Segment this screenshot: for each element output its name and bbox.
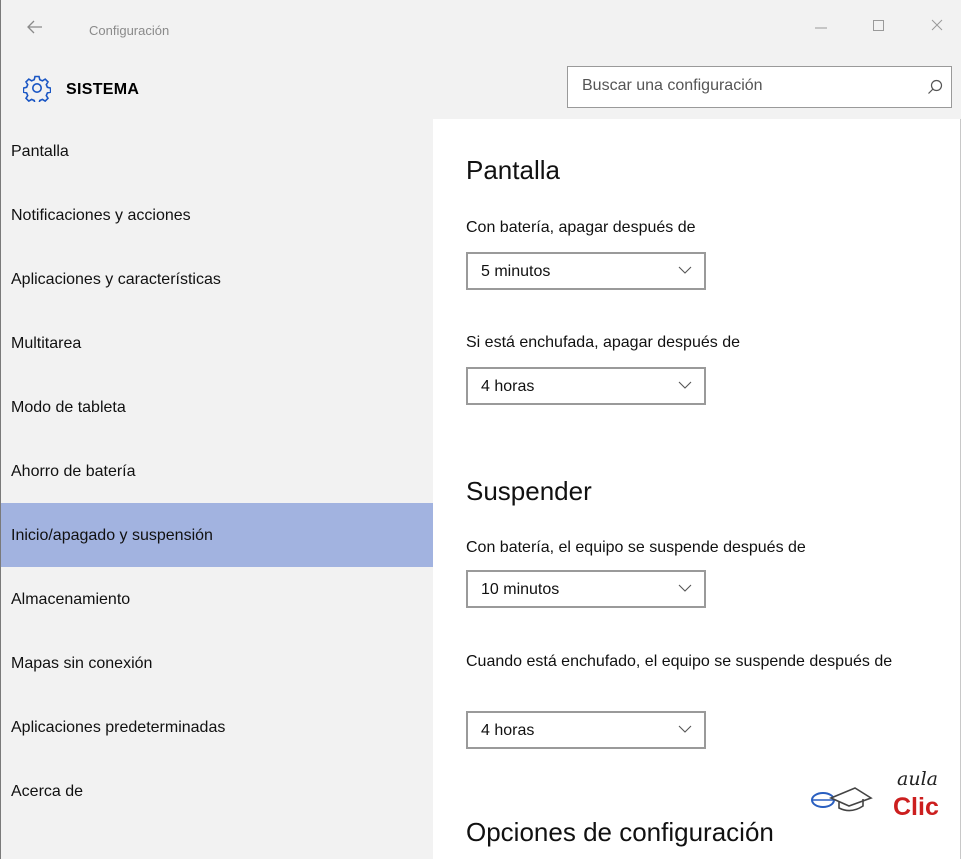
chevron-down-icon xyxy=(678,725,692,733)
sleep-section-title: Suspender xyxy=(466,476,592,506)
sidebar-item-almacenamiento[interactable]: Almacenamiento xyxy=(1,567,433,631)
close-icon xyxy=(931,19,943,31)
sidebar-item-label: Acerca de xyxy=(11,783,84,800)
sidebar-item-acerca-de[interactable]: Acerca de xyxy=(1,759,433,823)
sidebar-item-label: Notificaciones y acciones xyxy=(11,207,191,224)
maximize-button[interactable] xyxy=(867,18,891,42)
chevron-down-icon xyxy=(678,381,692,389)
sidebar-item-inicio-apagado[interactable]: Inicio/apagado y suspensión xyxy=(1,503,433,567)
logo-text-aula: aula xyxy=(897,768,938,790)
search-icon[interactable] xyxy=(927,79,943,95)
dropdown-value: 4 horas xyxy=(481,722,535,739)
screen-battery-dropdown[interactable]: 5 minutos xyxy=(466,252,706,290)
close-button[interactable] xyxy=(925,18,949,42)
sidebar-item-label: Ahorro de batería xyxy=(11,463,136,480)
search-input[interactable] xyxy=(582,77,902,95)
gear-icon xyxy=(23,75,51,102)
sidebar-item-label: Inicio/apagado y suspensión xyxy=(11,527,213,544)
sidebar-item-label: Modo de tableta xyxy=(11,399,126,416)
screen-section-title: Pantalla xyxy=(466,155,560,185)
sidebar-item-multitarea[interactable]: Multitarea xyxy=(1,311,433,375)
sleep-plugged-label: Cuando está enchufado, el equipo se susp… xyxy=(466,653,893,670)
sidebar-item-notificaciones[interactable]: Notificaciones y acciones xyxy=(1,183,433,247)
options-section-title: Opciones de configuración xyxy=(466,817,774,847)
sidebar-item-aplicaciones[interactable]: Aplicaciones y características xyxy=(1,247,433,311)
sidebar-item-ahorro-bateria[interactable]: Ahorro de batería xyxy=(1,439,433,503)
minimize-button[interactable] xyxy=(809,18,833,42)
back-button[interactable] xyxy=(27,20,43,39)
screen-battery-label: Con batería, apagar después de xyxy=(466,219,696,236)
sidebar-item-label: Multitarea xyxy=(11,335,82,352)
mouse-graduation-cap-icon: aula Clic xyxy=(811,768,939,821)
dropdown-value: 4 horas xyxy=(481,378,535,395)
sidebar-item-label: Aplicaciones predeterminadas xyxy=(11,719,226,736)
aulaclic-logo: aula Clic xyxy=(805,768,955,828)
chevron-down-icon xyxy=(678,584,692,592)
sidebar-item-modo-tableta[interactable]: Modo de tableta xyxy=(1,375,433,439)
sidebar-item-aplicaciones-predeterminadas[interactable]: Aplicaciones predeterminadas xyxy=(1,695,433,759)
minimize-icon xyxy=(815,27,827,29)
sidebar-nav: Pantalla Notificaciones y acciones Aplic… xyxy=(1,119,433,859)
main-content: Pantalla Con batería, apagar después de … xyxy=(433,119,961,859)
sleep-battery-dropdown[interactable]: 10 minutos xyxy=(466,570,706,608)
section-title: SISTEMA xyxy=(66,81,140,98)
maximize-icon xyxy=(873,20,884,31)
chevron-down-icon xyxy=(678,266,692,274)
dropdown-value: 10 minutos xyxy=(481,581,560,598)
sidebar-item-pantalla[interactable]: Pantalla xyxy=(1,119,433,183)
sidebar-item-label: Almacenamiento xyxy=(11,591,131,608)
settings-header: SISTEMA xyxy=(1,62,961,119)
search-box[interactable] xyxy=(567,66,952,108)
sidebar-item-label: Aplicaciones y características xyxy=(11,271,221,288)
screen-plugged-dropdown[interactable]: 4 horas xyxy=(466,367,706,405)
screen-plugged-label: Si está enchufada, apagar después de xyxy=(466,334,740,351)
sidebar-item-label: Mapas sin conexión xyxy=(11,655,153,672)
sidebar-item-mapas[interactable]: Mapas sin conexión xyxy=(1,631,433,695)
title-bar: Configuración xyxy=(1,0,961,62)
sidebar-item-label: Pantalla xyxy=(11,143,69,160)
arrow-left-icon xyxy=(27,20,42,34)
sleep-battery-label: Con batería, el equipo se suspende despu… xyxy=(466,539,806,556)
logo-text-clic: Clic xyxy=(893,793,939,821)
settings-window: Configuración SISTEMA Pantalla N xyxy=(0,0,961,859)
window-title: Configuración xyxy=(89,23,170,38)
sleep-plugged-dropdown[interactable]: 4 horas xyxy=(466,711,706,749)
dropdown-value: 5 minutos xyxy=(481,263,551,280)
